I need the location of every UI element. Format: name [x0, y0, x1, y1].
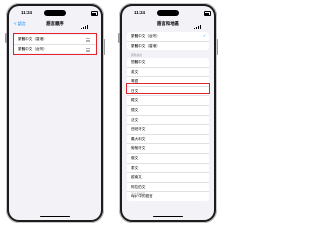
- language-label: 法文: [131, 117, 139, 122]
- language-label: 英文: [131, 69, 139, 74]
- list-item[interactable]: 法文: [127, 116, 209, 126]
- language-label: 義大利文: [131, 136, 146, 141]
- language-label: 俄文: [131, 155, 139, 160]
- battery-icon: [204, 11, 211, 17]
- language-label: 泰文: [131, 165, 139, 170]
- list-item[interactable]: 繁體中文（台灣） ✓: [127, 32, 209, 42]
- power-button: [216, 39, 218, 55]
- volume-button: [118, 33, 120, 43]
- preferred-languages-group: 繁體中文（台灣） ✓ 繁體中文（香港）: [127, 32, 209, 51]
- dynamic-island: [44, 10, 66, 16]
- list-item[interactable]: 俄文: [127, 154, 209, 164]
- list-item[interactable]: 簡體中文: [127, 58, 209, 68]
- section-header: 其他語言: [131, 53, 143, 57]
- phone-right: 11:24 語言和地區 繁體中文（台灣） ✓ 繁體中文（香港） 其他語言 簡體中…: [118, 3, 218, 223]
- list-item[interactable]: 西班牙文: [127, 125, 209, 135]
- highlight-box: [126, 83, 210, 94]
- page-title: 語言和地區: [157, 21, 179, 26]
- list-item[interactable]: 德文: [127, 106, 209, 116]
- list-item[interactable]: 越南文: [127, 173, 209, 183]
- language-label: 韓文: [131, 98, 139, 103]
- nav-bar: 語言和地區: [122, 21, 214, 29]
- list-item[interactable]: 阿拉伯文: [127, 183, 209, 193]
- checkmark-icon: ✓: [202, 34, 206, 38]
- list-item[interactable]: 繁體中文（香港）: [127, 42, 209, 51]
- language-label: 西班牙文: [131, 127, 146, 132]
- status-bar: 11:24: [9, 10, 101, 29]
- power-button: [103, 39, 105, 55]
- dynamic-island: [157, 10, 179, 16]
- status-time: 11:24: [21, 10, 32, 15]
- language-label: 簡體中文: [131, 60, 146, 64]
- nav-bar: < 語言 語言順序: [9, 21, 101, 29]
- language-label: 越南文: [131, 175, 142, 180]
- home-indicator: [153, 215, 183, 217]
- volume-button: [5, 33, 7, 43]
- list-item[interactable]: 義大利文: [127, 135, 209, 145]
- home-indicator: [40, 215, 70, 217]
- language-label: 繁體中文（台灣）: [131, 34, 160, 38]
- language-label: 德文: [131, 107, 139, 112]
- other-languages-list: 簡體中文 英文 粵語 日文 韓文 德文 法文 西班牙文 義大利文 葡萄牙文 俄文…: [127, 58, 209, 201]
- language-label: 繁體中文（香港）: [131, 43, 160, 48]
- screen-right: 11:24 語言和地區 繁體中文（台灣） ✓ 繁體中文（香港） 其他語言 簡體中…: [122, 6, 214, 220]
- list-item[interactable]: 韓文: [127, 96, 209, 106]
- page-title: 語言順序: [46, 21, 64, 26]
- status-bar: 11:24: [122, 10, 214, 29]
- section-footer: 語言和地區: [131, 192, 145, 196]
- list-item[interactable]: 泰文: [127, 164, 209, 174]
- status-time: 11:24: [134, 10, 145, 15]
- screen-left: 11:24 < 語言 語言順序 繁體中文（香港） 繁體中文（台灣）: [9, 6, 101, 220]
- language-label: 葡萄牙文: [131, 146, 146, 151]
- battery-icon: [91, 11, 98, 17]
- list-item[interactable]: 英文: [127, 68, 209, 78]
- list-item[interactable]: 葡萄牙文: [127, 144, 209, 154]
- phone-left: 11:24 < 語言 語言順序 繁體中文（香港） 繁體中文（台灣）: [5, 3, 105, 223]
- language-label: 阿拉伯文: [131, 184, 146, 189]
- highlight-box: [13, 33, 97, 55]
